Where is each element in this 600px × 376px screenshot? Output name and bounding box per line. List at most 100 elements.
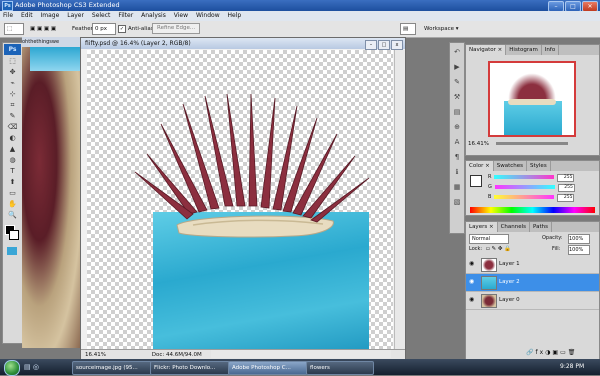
magic-wand-tool-icon[interactable]: ⊹ xyxy=(5,89,20,100)
crop-tool-icon[interactable]: ⌗ xyxy=(5,100,20,111)
navigator-zoom[interactable]: 16.41% xyxy=(468,141,489,147)
fill-input[interactable]: 100% xyxy=(568,245,590,255)
workspace-menu[interactable]: Workspace ▾ xyxy=(424,21,459,37)
brushes-icon[interactable]: ✎ xyxy=(451,76,463,88)
menu-view[interactable]: View xyxy=(171,11,191,21)
menu-window[interactable]: Window xyxy=(193,11,223,21)
layer-row-selected[interactable]: ◉ Layer 2 xyxy=(466,274,599,292)
history-icon[interactable]: ↶ xyxy=(451,46,463,58)
horizontal-scrollbar[interactable] xyxy=(211,350,391,358)
measurement-icon[interactable]: ▧ xyxy=(451,196,463,208)
zoom-level[interactable]: 16.41% xyxy=(81,352,106,358)
lock-icons[interactable]: ▫ ✎ ✥ 🔒 xyxy=(486,245,511,254)
eraser-tool-icon[interactable]: ⌫ xyxy=(5,122,20,133)
menu-analysis[interactable]: Analysis xyxy=(138,11,169,21)
layer-style-icon[interactable]: fx xyxy=(535,349,545,356)
tab-swatches[interactable]: Swatches xyxy=(494,161,527,171)
antialias-checkbox[interactable]: ✓ xyxy=(118,21,126,37)
g-value[interactable]: 255 xyxy=(557,184,575,192)
document-window[interactable]: fiifty.psd @ 16.4% (Layer 2, RGB/8) – □ x xyxy=(80,37,406,361)
document-maximize-button[interactable]: □ xyxy=(378,40,390,50)
taskbar-item-sourceimage[interactable]: sourceimage.jpg (95... xyxy=(72,361,152,375)
menu-edit[interactable]: Edit xyxy=(18,11,36,21)
tab-layers[interactable]: Layers × xyxy=(466,222,498,232)
navigator-view-box[interactable] xyxy=(488,61,576,137)
quick-launch-icons[interactable]: ▤ ◎ xyxy=(24,362,39,372)
animation-icon[interactable]: ▦ xyxy=(451,181,463,193)
type-tool-icon[interactable]: T xyxy=(5,166,20,177)
adjustment-layer-icon[interactable]: ▣ xyxy=(552,349,560,356)
r-slider[interactable] xyxy=(494,174,555,179)
tool-presets-icon[interactable]: ⚒ xyxy=(451,91,463,103)
taskbar-item-photoshop[interactable]: Adobe Photoshop C... xyxy=(228,361,308,375)
actions-icon[interactable]: ▶ xyxy=(451,61,463,73)
selection-mode-icons[interactable]: ▣ ▣ ▣ ▣ xyxy=(30,21,56,37)
menu-filter[interactable]: Filter xyxy=(115,11,136,21)
tab-histogram[interactable]: Histogram xyxy=(506,45,542,55)
trash-icon[interactable]: 🗑 xyxy=(568,349,578,356)
background-document-image[interactable] xyxy=(22,37,80,348)
background-document-tab[interactable]: ohthethingswe xyxy=(22,37,80,47)
color-swatches[interactable] xyxy=(3,225,22,245)
system-clock[interactable]: 9:28 PM xyxy=(560,361,584,373)
zoom-tool-icon[interactable]: 🔍 xyxy=(5,210,20,221)
tool-preset-picker[interactable]: ⬚ xyxy=(4,21,24,37)
taskbar-item-flickr[interactable]: Flickr: Photo Downlo... xyxy=(150,361,230,375)
dodge-tool-icon[interactable]: ◍ xyxy=(5,155,20,166)
hand-tool-icon[interactable]: ✋ xyxy=(5,199,20,210)
tab-paths[interactable]: Paths xyxy=(530,222,552,232)
move-tool-icon[interactable]: ✥ xyxy=(5,67,20,78)
document-size[interactable]: Doc: 44.6M/94.0M xyxy=(108,352,202,358)
shape-tool-icon[interactable]: ▭ xyxy=(5,188,20,199)
color-spectrum-bar[interactable] xyxy=(470,207,595,213)
new-layer-icon[interactable]: ▭ xyxy=(560,349,568,356)
layer-row[interactable]: ◉ Layer 0 xyxy=(466,292,599,310)
document-close-button[interactable]: x xyxy=(391,40,403,50)
r-value[interactable]: 255 xyxy=(557,174,575,182)
refine-edge-button[interactable]: Refine Edge... xyxy=(152,21,201,37)
palette-well-icon[interactable]: ▤ xyxy=(400,21,416,37)
start-button[interactable] xyxy=(4,360,20,376)
background-color-swatch[interactable] xyxy=(9,230,19,240)
eye-icon[interactable]: ◉ xyxy=(469,279,474,285)
foreground-color-swatch[interactable] xyxy=(470,175,482,187)
navigator-zoom-slider[interactable] xyxy=(496,142,568,145)
lasso-tool-icon[interactable]: ⌁ xyxy=(5,78,20,89)
tab-info[interactable]: Info xyxy=(542,45,560,55)
document-canvas[interactable] xyxy=(87,50,393,350)
brush-tool-icon[interactable]: ✎ xyxy=(5,111,20,122)
tab-navigator[interactable]: Navigator × xyxy=(466,45,507,55)
character-icon[interactable]: A xyxy=(451,136,463,148)
menu-select[interactable]: Select xyxy=(89,11,114,21)
paragraph-icon[interactable]: ¶ xyxy=(451,151,463,163)
marquee-tool-icon[interactable]: ⬚ xyxy=(5,56,20,67)
menu-image[interactable]: Image xyxy=(38,11,63,21)
blur-tool-icon[interactable]: ▲ xyxy=(5,144,20,155)
blend-mode-select[interactable]: Normal xyxy=(469,234,509,244)
info-icon[interactable]: ℹ xyxy=(451,166,463,178)
eye-icon[interactable]: ◉ xyxy=(469,297,474,303)
taskbar-item-flowers[interactable]: flowers xyxy=(306,361,374,375)
document-minimize-button[interactable]: – xyxy=(365,40,377,50)
document-title-bar[interactable]: fiifty.psd @ 16.4% (Layer 2, RGB/8) – □ x xyxy=(81,38,405,50)
vertical-scrollbar[interactable] xyxy=(394,50,405,349)
eye-icon[interactable]: ◉ xyxy=(469,261,474,267)
clone-source-icon[interactable]: ⊕ xyxy=(451,121,463,133)
quick-mask-icon[interactable] xyxy=(7,247,17,255)
b-value[interactable]: 255 xyxy=(557,194,575,202)
menu-file[interactable]: File xyxy=(0,11,16,21)
layer-comps-icon[interactable]: ▤ xyxy=(451,106,463,118)
gradient-tool-icon[interactable]: ◐ xyxy=(5,133,20,144)
feather-input[interactable]: 0 px xyxy=(92,21,116,37)
opacity-input[interactable]: 100% xyxy=(568,234,590,244)
layer-name[interactable]: Layer 1 xyxy=(499,256,520,273)
path-selection-tool-icon[interactable]: ⬆ xyxy=(5,177,20,188)
layer-row[interactable]: ◉ Layer 1 xyxy=(466,256,599,274)
layer-name[interactable]: Layer 0 xyxy=(499,292,520,309)
menu-help[interactable]: Help xyxy=(225,11,245,21)
menu-layer[interactable]: Layer xyxy=(64,11,87,21)
layer-name[interactable]: Layer 2 xyxy=(499,274,520,291)
b-slider[interactable] xyxy=(494,194,555,199)
tab-styles[interactable]: Styles xyxy=(527,161,551,171)
tab-color[interactable]: Color × xyxy=(466,161,494,171)
